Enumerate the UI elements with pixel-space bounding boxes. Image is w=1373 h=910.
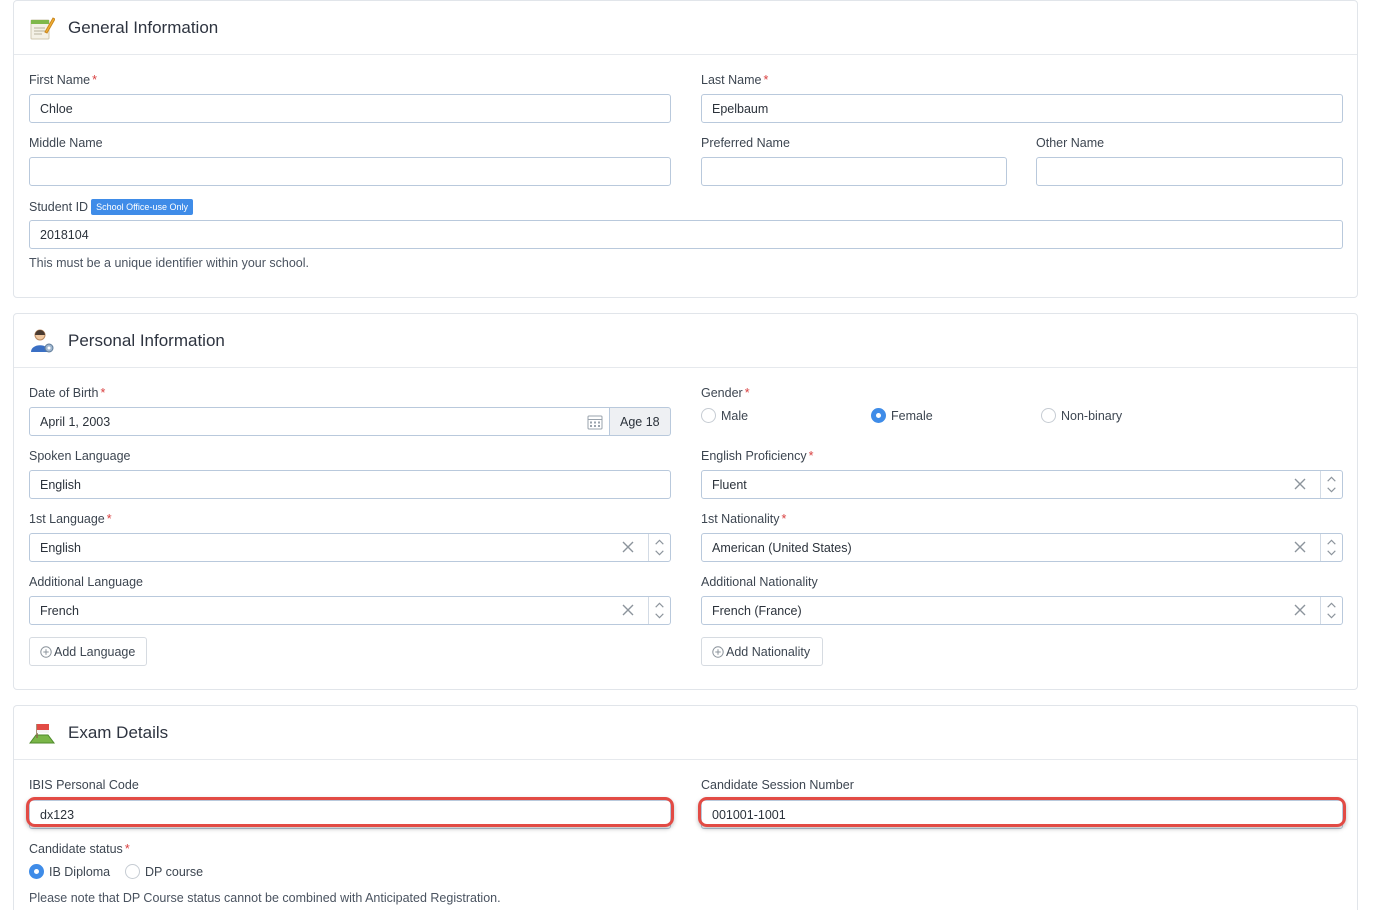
additional-nationality-label: Additional Nationality (701, 575, 818, 589)
other-name-input[interactable] (1036, 157, 1343, 186)
office-use-badge: School Office-use Only (91, 199, 193, 215)
status-option-ib-diploma[interactable]: IB Diploma (29, 864, 110, 879)
age-addon: Age 18 (610, 407, 671, 436)
candidate-status-label: Candidate status * (29, 842, 130, 856)
chevron-up-down-icon[interactable] (1320, 471, 1342, 498)
plus-circle-icon (40, 646, 52, 658)
gender-option-non-binary[interactable]: Non-binary (1041, 408, 1122, 423)
candidate-status-note: Please note that DP Course status cannot… (29, 891, 501, 905)
additional-nationality-select[interactable]: French (France) (701, 596, 1343, 625)
student-id-label: Student ID School Office-use Only (29, 199, 193, 215)
first-language-select[interactable]: English (29, 533, 671, 562)
notepad-pencil-icon (30, 17, 55, 40)
radio-button[interactable] (1041, 408, 1056, 423)
panel-title: Exam Details (68, 723, 169, 742)
english-proficiency-label: English Proficiency * (701, 449, 814, 463)
add-language-button[interactable]: Add Language (29, 637, 147, 666)
user-settings-icon (31, 329, 54, 353)
clear-icon[interactable] (1292, 602, 1308, 618)
chevron-up-down-icon[interactable] (1320, 534, 1342, 561)
panel-header: General Information (14, 1, 1357, 55)
chevron-up-down-icon[interactable] (648, 597, 670, 624)
first-nationality-select[interactable]: American (United States) (701, 533, 1343, 562)
clear-icon[interactable] (620, 602, 636, 618)
status-option-dp-course[interactable]: DP course (125, 864, 203, 879)
first-nationality-label: 1st Nationality * (701, 512, 787, 526)
clear-icon[interactable] (1292, 539, 1308, 555)
spoken-language-input[interactable]: English (29, 470, 671, 499)
radio-button-selected[interactable] (29, 864, 44, 879)
middle-name-input[interactable] (29, 157, 671, 186)
gender-option-male[interactable]: Male (701, 408, 748, 423)
other-name-label: Other Name (1036, 136, 1105, 150)
spoken-language-label: Spoken Language (29, 449, 131, 463)
preferred-name-input[interactable] (701, 157, 1007, 186)
panel-title: General Information (68, 18, 219, 37)
student-id-help: This must be a unique identifier within … (29, 256, 310, 270)
exam-details-panel: Exam Details IBIS Personal Code dx123 Ca… (13, 705, 1358, 910)
clear-icon[interactable] (620, 539, 636, 555)
plus-circle-icon (712, 646, 724, 658)
last-name-label: Last Name * (701, 73, 769, 87)
english-proficiency-select[interactable]: Fluent (701, 470, 1343, 499)
first-name-label: First Name * (29, 73, 97, 87)
dob-input[interactable]: April 1, 2003 (29, 407, 610, 436)
highlight-session-number (698, 797, 1346, 827)
additional-language-select[interactable]: French (29, 596, 671, 625)
radio-button[interactable] (125, 864, 140, 879)
student-id-input[interactable]: 2018104 (29, 220, 1343, 249)
preferred-name-label: Preferred Name (701, 136, 790, 150)
personal-information-panel: Personal Information Date of Birth * Apri… (13, 313, 1358, 690)
dob-label: Date of Birth * (29, 386, 106, 400)
add-nationality-button[interactable]: Add Nationality (701, 637, 823, 666)
panel-header: Exam Details (14, 706, 1357, 760)
ibis-code-label: IBIS Personal Code (29, 778, 139, 792)
last-name-input[interactable]: Epelbaum (701, 94, 1343, 123)
calendar-icon[interactable] (587, 414, 603, 430)
session-number-label: Candidate Session Number (701, 778, 854, 792)
general-information-panel: General Information First Name * Chloe La… (13, 0, 1358, 298)
highlight-ibis-code (26, 797, 674, 827)
first-name-input[interactable]: Chloe (29, 94, 671, 123)
additional-language-label: Additional Language (29, 575, 143, 589)
panel-header: Personal Information (14, 314, 1357, 368)
clear-icon[interactable] (1292, 476, 1308, 492)
middle-name-label: Middle Name (29, 136, 103, 150)
chevron-up-down-icon[interactable] (1320, 597, 1342, 624)
first-language-label: 1st Language * (29, 512, 112, 526)
panel-title: Personal Information (68, 331, 225, 350)
exam-flag-icon (29, 724, 55, 744)
gender-option-female[interactable]: Female (871, 408, 933, 423)
gender-label: Gender * (701, 386, 750, 400)
radio-button-selected[interactable] (871, 408, 886, 423)
chevron-up-down-icon[interactable] (648, 534, 670, 561)
radio-button[interactable] (701, 408, 716, 423)
